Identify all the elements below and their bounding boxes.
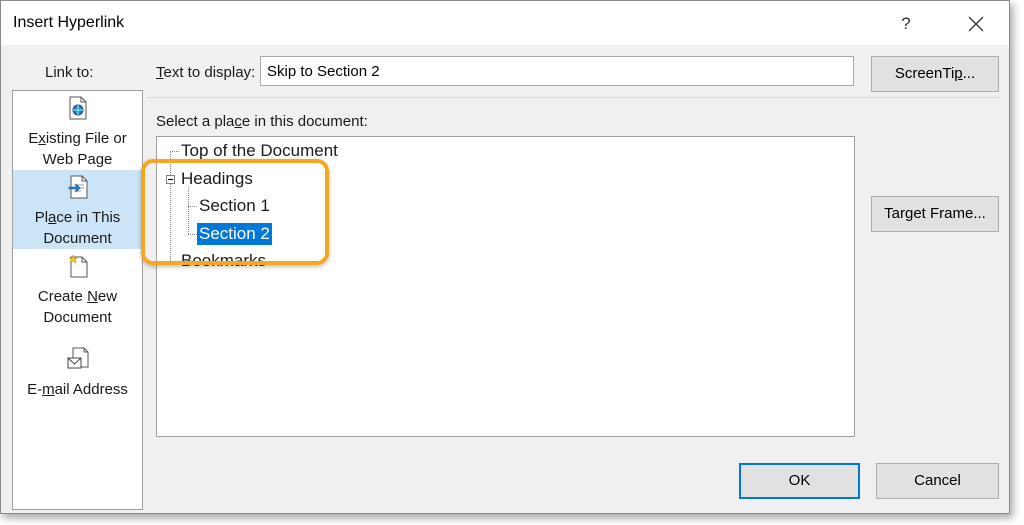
ok-button[interactable]: OK [739, 463, 860, 499]
link-to-sidebar: Existing File or Web Page Place in This … [12, 90, 143, 510]
title-bar: Insert Hyperlink ? [1, 1, 1009, 45]
cancel-button[interactable]: Cancel [876, 463, 999, 499]
link-to-existing-file[interactable]: Existing File or Web Page [13, 91, 142, 170]
callout-highlight [141, 159, 329, 265]
close-icon[interactable] [961, 9, 991, 39]
select-place-label: Select a place in this document: [156, 113, 368, 130]
insert-hyperlink-dialog: Insert Hyperlink ? Link to: Existing Fil… [0, 0, 1010, 514]
dialog-title: Insert Hyperlink [13, 14, 125, 31]
screentip-button[interactable]: ScreenTip... [871, 56, 999, 92]
tree-connector [170, 151, 179, 152]
help-button[interactable]: ? [893, 11, 919, 37]
separator [147, 97, 999, 98]
link-to-place-in-document[interactable]: Place in This Document [13, 170, 142, 249]
target-frame-button[interactable]: Target Frame... [871, 196, 999, 232]
document-globe-icon [67, 96, 89, 126]
link-to-email-address[interactable]: E-mail Address [13, 343, 142, 403]
document-arrow-icon [67, 175, 89, 205]
link-to-create-new-document[interactable]: Create New Document [13, 249, 142, 339]
link-to-label: Link to: [45, 64, 94, 81]
new-document-icon [67, 254, 89, 284]
text-to-display-label: Text to display: [156, 64, 256, 81]
envelope-icon [67, 347, 89, 377]
text-to-display-input[interactable] [260, 56, 854, 86]
